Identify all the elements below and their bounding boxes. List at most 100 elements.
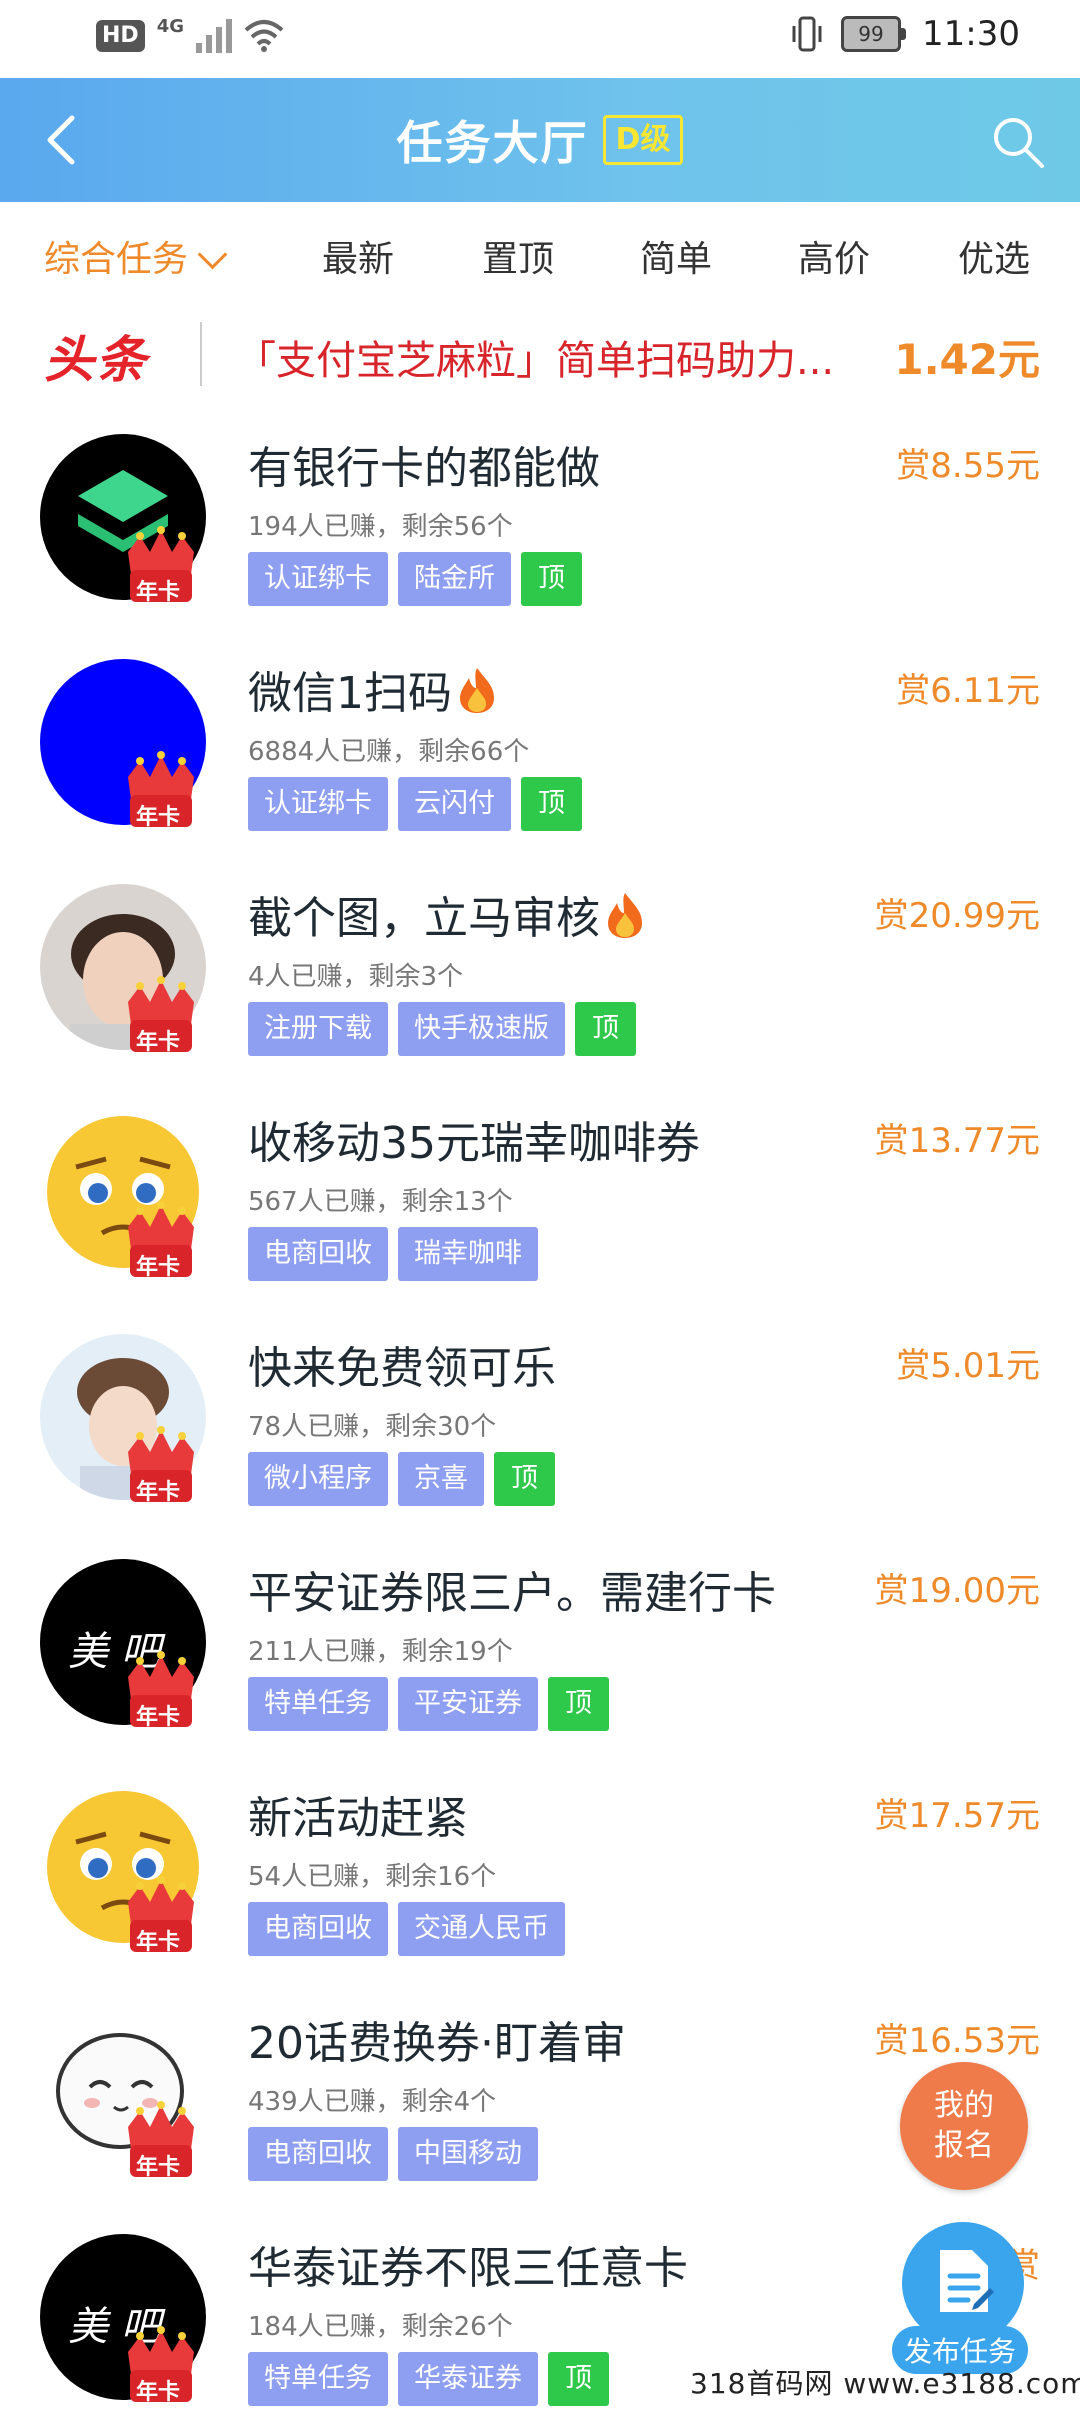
signup-line1: 我的	[934, 2088, 994, 2123]
pinned-tag: 顶	[494, 1452, 555, 1506]
annual-card-badge: 年卡	[120, 2322, 202, 2406]
task-meta: 54人已赚，剩余16个	[248, 1862, 497, 1892]
tab-latest[interactable]: 最新	[322, 230, 394, 282]
task-row[interactable]: 年卡 有银行卡的都能做 194人已赚，剩余56个 认证绑卡 陆金所顶 赏8.55元	[0, 410, 1080, 635]
task-meta: 194人已赚，剩余56个	[248, 512, 513, 542]
task-tag: 陆金所	[398, 552, 511, 606]
task-tag: 快手极速版	[398, 1002, 565, 1056]
task-tag: 微小程序	[248, 1452, 388, 1506]
status-right: 99 11:30	[789, 14, 1020, 54]
task-meta: 78人已赚，剩余30个	[248, 1412, 497, 1442]
headline-logo: 头条	[44, 331, 148, 389]
pinned-tag: 顶	[548, 1677, 609, 1731]
task-tags: 认证绑卡 陆金所顶	[248, 552, 582, 606]
wifi-icon	[244, 20, 284, 52]
task-row[interactable]: 年卡 收移动35元瑞幸咖啡券 567人已赚，剩余13个 电商回收 瑞幸咖啡 赏13…	[0, 1085, 1080, 1310]
task-tags: 电商回收 交通人民币	[248, 1902, 565, 1956]
fire-icon	[460, 668, 494, 713]
badge-text: 年卡	[136, 2155, 181, 2180]
status-bar: HD 4G 99 11:30	[0, 0, 1080, 78]
task-tags: 微小程序 京喜顶	[248, 1452, 555, 1506]
task-row[interactable]: 年卡 截个图，立马审核 4人已赚，剩余3个 注册下载 快手极速版顶 赏20.99元	[0, 860, 1080, 1085]
signal-icon	[196, 19, 232, 53]
annual-card-badge: 年卡	[120, 972, 202, 1056]
annual-card-badge: 年卡	[120, 522, 202, 606]
vibrate-icon	[792, 16, 822, 52]
task-reward: 赏8.55元	[896, 446, 1040, 486]
task-tag: 特单任务	[248, 1677, 388, 1731]
task-row[interactable]: 美 吧 年卡 平安证券限三户。需建行卡 211人已赚，剩余19个 特单任务 平安证…	[0, 1535, 1080, 1760]
task-reward: 赏5.01元	[896, 1346, 1040, 1386]
battery-icon: 99	[841, 16, 907, 52]
annual-card-badge: 年卡	[120, 1647, 202, 1731]
badge-text: 年卡	[136, 805, 181, 830]
task-title-text: 微信1扫码	[248, 668, 452, 719]
clock: 11:30	[922, 14, 1020, 54]
task-title: 有银行卡的都能做	[248, 432, 600, 496]
task-meta: 567人已赚，剩余13个	[248, 1187, 513, 1217]
annual-card-badge: 年卡	[120, 1422, 202, 1506]
task-tag: 特单任务	[248, 2352, 388, 2406]
task-title-text: 华泰证券不限三任意卡	[248, 2243, 688, 2294]
task-title-text: 新活动赶紧	[248, 1793, 468, 1844]
chevron-down-icon	[197, 239, 228, 270]
level-badge: D级	[602, 115, 684, 165]
task-title-text: 收移动35元瑞幸咖啡券	[248, 1118, 700, 1169]
task-row[interactable]: 年卡 新活动赶紧 54人已赚，剩余16个 电商回收 交通人民币 赏17.57元	[0, 1760, 1080, 1985]
task-tag: 华泰证券	[398, 2352, 538, 2406]
task-title-text: 截个图，立马审核	[248, 893, 600, 944]
task-tags: 电商回收 瑞幸咖啡	[248, 1227, 538, 1281]
task-tag: 电商回收	[248, 1902, 388, 1956]
tab-featured[interactable]: 优选	[958, 230, 1030, 282]
task-tag: 交通人民币	[398, 1902, 565, 1956]
tab-comprehensive[interactable]: 综合任务	[44, 230, 228, 282]
filter-tabs: 综合任务 最新 置顶 简单 高价 优选	[0, 202, 1080, 302]
badge-text: 年卡	[136, 1705, 181, 1730]
badge-text: 年卡	[136, 1255, 181, 1280]
task-meta: 4人已赚，剩余3个	[248, 962, 464, 992]
task-title: 平安证券限三户。需建行卡	[248, 1557, 776, 1621]
badge-text: 年卡	[136, 1480, 181, 1505]
task-reward: 赏20.99元	[874, 896, 1040, 936]
tab-high-price[interactable]: 高价	[798, 230, 870, 282]
task-tag: 京喜	[398, 1452, 484, 1506]
task-title-text: 平安证券限三户。需建行卡	[248, 1568, 776, 1619]
task-tag: 云闪付	[398, 777, 511, 831]
task-tag: 电商回收	[248, 1227, 388, 1281]
task-reward: 赏16.53元	[874, 2021, 1040, 2061]
headline-banner[interactable]: 头条 「支付宝芝麻粒」简单扫码助力... 1.42元	[0, 302, 1080, 410]
task-tags: 特单任务 平安证券顶	[248, 1677, 609, 1731]
task-title: 截个图，立马审核	[248, 882, 646, 946]
task-meta: 184人已赚，剩余26个	[248, 2312, 513, 2342]
page-title: 任务大厅	[396, 116, 589, 170]
annual-card-badge: 年卡	[120, 747, 202, 831]
tab-simple[interactable]: 简单	[640, 230, 712, 282]
badge-text: 年卡	[136, 1030, 181, 1055]
task-tag: 认证绑卡	[248, 552, 388, 606]
status-left: HD 4G	[96, 16, 284, 54]
task-title-text: 快来免费领可乐	[248, 1343, 556, 1394]
tab-label: 综合任务	[44, 239, 189, 280]
task-title: 收移动35元瑞幸咖啡券	[248, 1107, 700, 1171]
tab-pinned[interactable]: 置顶	[482, 230, 554, 282]
task-reward: 赏19.00元	[874, 1571, 1040, 1611]
task-tag: 注册下载	[248, 1002, 388, 1056]
task-meta: 6884人已赚，剩余66个	[248, 737, 530, 767]
header-title-wrap: 任务大厅 D级	[0, 78, 1080, 202]
hd-indicator: HD	[96, 20, 145, 52]
task-title-text: 有银行卡的都能做	[248, 443, 600, 494]
pinned-tag: 顶	[521, 552, 582, 606]
task-tag: 平安证券	[398, 1677, 538, 1731]
badge-text: 年卡	[136, 1930, 181, 1955]
task-row[interactable]: 年卡 快来免费领可乐 78人已赚，剩余30个 微小程序 京喜顶 赏5.01元	[0, 1310, 1080, 1535]
headline-text: 「支付宝芝麻粒」简单扫码助力...	[236, 338, 835, 384]
task-tags: 认证绑卡 云闪付顶	[248, 777, 582, 831]
task-title: 微信1扫码	[248, 657, 498, 721]
publish-task-button[interactable]: 发布任务	[892, 2222, 1029, 2374]
my-signup-button[interactable]: 我的 报名	[900, 2062, 1028, 2190]
task-tags: 特单任务 华泰证券顶	[248, 2352, 609, 2406]
headline-divider	[200, 322, 202, 386]
task-row[interactable]: 年卡 微信1扫码 6884人已赚，剩余66个 认证绑卡 云闪付顶 赏6.11元	[0, 635, 1080, 860]
document-edit-icon	[940, 2250, 994, 2312]
search-icon[interactable]	[990, 114, 1046, 170]
